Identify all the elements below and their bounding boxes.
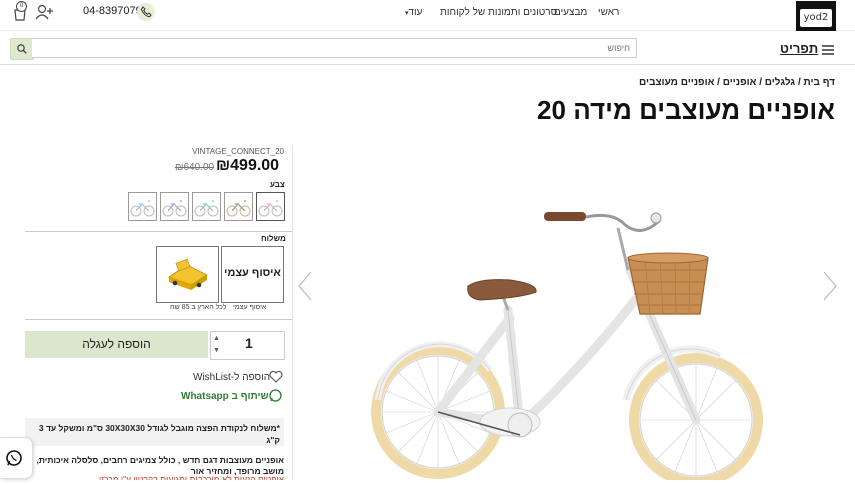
carousel-next-icon[interactable] [822, 270, 838, 307]
product-image[interactable] [360, 200, 780, 485]
floating-whatsapp-button[interactable] [0, 437, 33, 479]
search-row: תפריט [0, 36, 855, 65]
nav-videos[interactable]: סרטונים ותמונות של לקוחות [440, 7, 557, 18]
hamburger-icon[interactable] [822, 45, 834, 55]
cart-count-badge: 0 [16, 1, 27, 12]
delivery-subtitle: לכל הארץ ב 85 שח [170, 304, 227, 311]
menu-label[interactable]: תפריט [780, 41, 818, 56]
search-button[interactable] [10, 38, 34, 60]
phone-number[interactable]: 04-8397079 [83, 5, 142, 17]
search-icon [17, 44, 27, 54]
quantity-value: 1 [245, 335, 253, 351]
quantity-down-icon[interactable]: ▼ [213, 347, 220, 354]
add-user-icon[interactable] [35, 4, 55, 20]
divider [25, 231, 292, 232]
divider [292, 145, 293, 480]
top-bar: 0 04-8397079 ▾עוד סרטונים ותמונות של לקו… [0, 0, 855, 31]
delivery-truck-icon [168, 258, 208, 290]
color-swatch-purple[interactable] [160, 192, 189, 221]
old-price: ₪640.00 [175, 162, 215, 173]
shipping-option-pickup[interactable]: איסוף עצמי [221, 246, 284, 303]
pickup-subtitle: איסוף עצמי [233, 304, 267, 311]
color-swatch-blue[interactable] [128, 192, 157, 221]
shipping-note: *משלוח לנקודת הפצה מוגבל לגודל 30X30X30 … [38, 423, 280, 445]
shipping-label: משלוח [261, 234, 286, 243]
whatsapp-share-link[interactable]: שיתוף ב Whatsapp [181, 391, 269, 402]
color-swatch-white[interactable] [224, 192, 253, 221]
color-swatch-pink[interactable] [256, 192, 285, 221]
carousel-prev-icon[interactable] [297, 270, 313, 307]
color-swatch-mint[interactable] [192, 192, 221, 221]
whatsapp-icon [6, 450, 22, 466]
site-logo[interactable]: yod2 [796, 1, 836, 31]
current-price: ₪499.00 [216, 157, 280, 174]
whatsapp-icon[interactable] [269, 389, 282, 407]
search-input[interactable] [32, 38, 637, 58]
wishlist-link[interactable]: הוספה ל-WishList [193, 372, 270, 383]
divider [25, 319, 292, 320]
breadcrumb[interactable]: דף בית / גלגלים / אופניים / אופניים מעוצ… [639, 77, 835, 88]
phone-icon[interactable] [137, 3, 155, 21]
product-sku: VINTAGE_CONNECT_20 [192, 147, 284, 156]
quantity-up-icon[interactable]: ▲ [213, 335, 220, 342]
nav-deals[interactable]: מבצעים [554, 7, 587, 18]
nav-home[interactable]: ראשי [598, 7, 619, 18]
nav-more[interactable]: ▾עוד [405, 7, 422, 18]
color-label: צבע [270, 180, 285, 189]
page-title: אופניים מעוצבים מידה 20 [537, 95, 835, 125]
shipping-option-delivery[interactable] [156, 246, 219, 303]
add-to-cart-button[interactable]: הוספה לעגלה [25, 331, 208, 358]
heart-icon[interactable] [269, 370, 283, 388]
shipping-note-box: *משלוח לנקודת הפצה מוגבל לגודל 30X30X30 … [25, 418, 284, 446]
assembly-note: אופניים הנעות לא מורכבות ומגיעות בקרטון … [99, 474, 284, 480]
